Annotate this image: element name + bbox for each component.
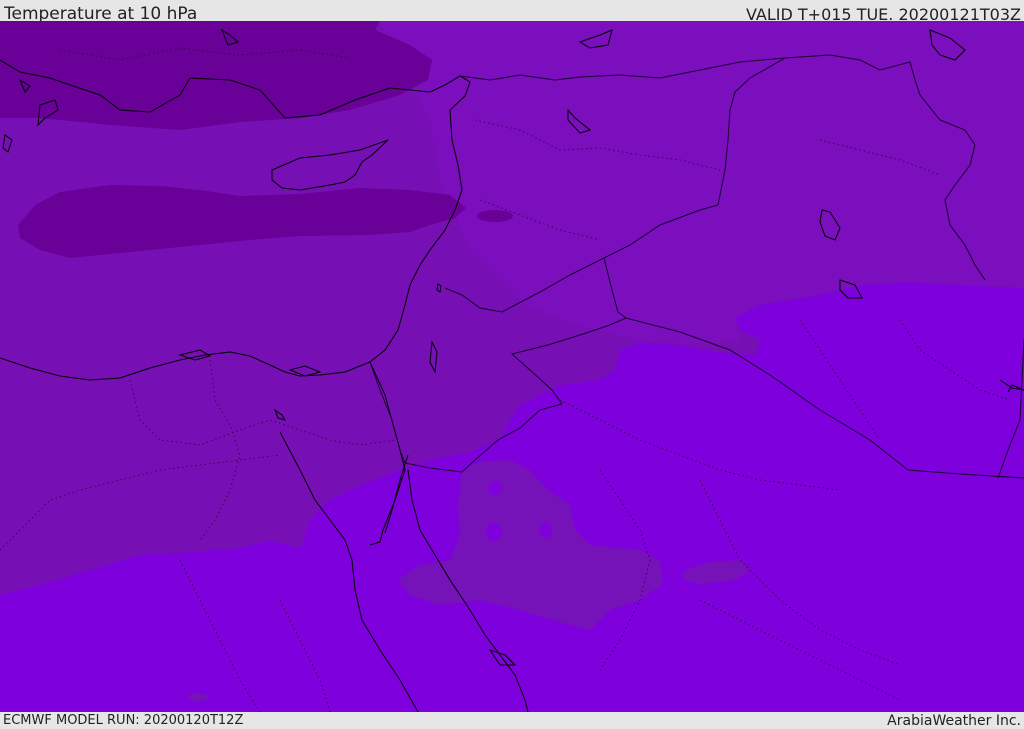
cold-patch-syria xyxy=(477,210,513,222)
warm-spot-2 xyxy=(486,523,502,541)
footer-bar: ECMWF MODEL RUN: 20200120T12Z ArabiaWeat… xyxy=(0,712,1024,729)
warm-spot-3 xyxy=(540,522,552,538)
temperature-map[interactable] xyxy=(0,21,1024,712)
header-bar: Temperature at 10 hPa VALID T+015 TUE. 2… xyxy=(0,0,1024,24)
model-run-label: ECMWF MODEL RUN: 20200120T12Z xyxy=(3,713,244,728)
warm-spot-1 xyxy=(488,481,502,495)
cool-spot-south xyxy=(188,693,208,701)
credit-label: ArabiaWeather Inc. xyxy=(887,713,1021,729)
map-canvas xyxy=(0,21,1024,712)
